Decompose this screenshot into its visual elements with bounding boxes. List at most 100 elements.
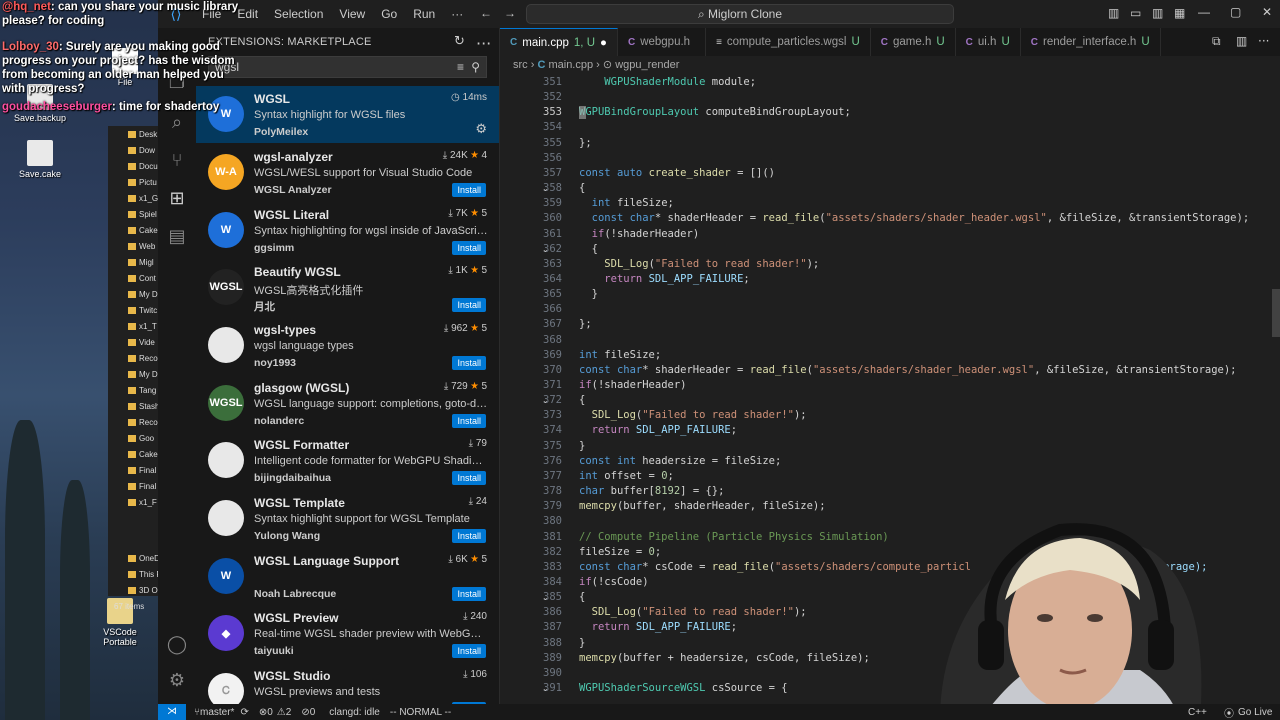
split-editor-icon[interactable]: ⧉	[1212, 34, 1221, 49]
install-button[interactable]: Install	[452, 241, 486, 255]
tab-render-interface-h[interactable]: Crender_interface.h U	[1021, 28, 1161, 56]
layout-icon[interactable]: ▦	[1174, 6, 1185, 20]
extension-item[interactable]: W WGSL Literal Syntax highlighting for w…	[196, 202, 499, 259]
filter-icon[interactable]: ⚲	[471, 57, 480, 77]
menu-view[interactable]: View	[331, 7, 373, 21]
install-button[interactable]: Install	[452, 298, 486, 312]
tab-ui-h[interactable]: Cui.h U	[956, 28, 1021, 56]
explorer-item[interactable]: Cake	[108, 222, 158, 238]
explorer-item[interactable]: Reco	[108, 350, 158, 366]
extension-search-input[interactable]: wgsl ≡ ⚲	[208, 56, 487, 78]
extension-publisher[interactable]: ggsimm	[254, 242, 294, 254]
menu-go[interactable]: Go	[373, 7, 405, 21]
extension-item[interactable]: WGSL Beautify WGSL WGSL高亮格式化插件 月北 ⤓ 1K ★…	[196, 259, 499, 316]
tab-webgpu-h[interactable]: Cwebgpu.h	[618, 28, 707, 56]
explorer-item[interactable]: OneDr	[108, 550, 158, 566]
more-actions-icon[interactable]: ···	[476, 34, 491, 53]
extension-publisher[interactable]: nolanderc	[254, 415, 304, 427]
extension-item[interactable]: WGSL Template Syntax highlight support f…	[196, 490, 499, 547]
explorer-item[interactable]: Stash	[108, 398, 158, 414]
account-icon[interactable]: ◯	[166, 634, 188, 656]
explorer-item[interactable]: Docu	[108, 158, 158, 174]
desktop-icon-save-cake[interactable]: Save.cake	[10, 140, 70, 179]
extension-publisher[interactable]: bijingdaibaihua	[254, 472, 331, 484]
install-button[interactable]: Install	[452, 356, 486, 370]
extension-item[interactable]: W-A wgsl-analyzer WGSL/WESL support for …	[196, 144, 499, 201]
fold-chevron-icon[interactable]: ⌄	[542, 396, 549, 405]
install-button[interactable]: Install	[452, 414, 486, 428]
explorer-item[interactable]: x1_T	[108, 318, 158, 334]
breadcrumb-file[interactable]: main.cpp	[548, 59, 593, 71]
explorer-item[interactable]: This P	[108, 566, 158, 582]
clear-filter-icon[interactable]: ≡	[457, 57, 464, 77]
explorer-item[interactable]: My D	[108, 366, 158, 382]
info-count[interactable]: 0	[310, 707, 316, 718]
explorer-item[interactable]: Desk	[108, 126, 158, 142]
source-control-icon[interactable]: ⑂	[166, 150, 188, 172]
extension-publisher[interactable]: Noah Labrecque	[254, 588, 336, 600]
extension-item[interactable]: W WGSL Language Support Noah Labrecque ⤓…	[196, 548, 499, 605]
gear-icon[interactable]: ⚙	[475, 122, 487, 137]
breadcrumb-src[interactable]: src	[513, 59, 528, 71]
warning-count[interactable]: 2	[286, 707, 292, 718]
explorer-item[interactable]: Final	[108, 462, 158, 478]
unsaved-dot-icon[interactable]: ●	[600, 37, 607, 49]
explorer-item[interactable]: Web	[108, 238, 158, 254]
breadcrumb-symbol[interactable]: wgpu_render	[615, 59, 679, 71]
install-button[interactable]: Install	[452, 183, 486, 197]
gear-icon[interactable]: ⚙	[166, 670, 188, 692]
explorer-item[interactable]: Goo	[108, 430, 158, 446]
explorer-item[interactable]: Final	[108, 478, 158, 494]
explorer-item[interactable]: My D	[108, 286, 158, 302]
menu-selection[interactable]: Selection	[266, 7, 331, 21]
fold-chevron-icon[interactable]: ⌄	[542, 684, 549, 693]
explorer-item[interactable]: Pictu	[108, 174, 158, 190]
remote-explorer-icon[interactable]: ▤	[166, 226, 188, 248]
explorer-item[interactable]: Cake	[108, 446, 158, 462]
explorer-item[interactable]: Migl	[108, 254, 158, 270]
toggle-sidebar-icon[interactable]: ▥	[1108, 6, 1119, 20]
explorer-item[interactable]: Vide	[108, 334, 158, 350]
explorer-item[interactable]: Reco	[108, 414, 158, 430]
extension-item[interactable]: WGSL glasgow (WGSL) WGSL language suppor…	[196, 375, 499, 432]
extension-publisher[interactable]: WGSL Analyzer	[254, 184, 332, 196]
extension-publisher[interactable]: taiyuuki	[254, 645, 294, 657]
menu-more[interactable]: ···	[443, 7, 471, 21]
explorer-item[interactable]: x1_F	[108, 494, 158, 510]
extension-publisher[interactable]: PolyMeilex	[254, 126, 308, 138]
explorer-item[interactable]: Tang	[108, 382, 158, 398]
tab-compute-particles-wgsl[interactable]: ≡ compute_particles.wgsl U	[706, 28, 871, 56]
explorer-item[interactable]: Dow	[108, 142, 158, 158]
explorer-item[interactable]: Twitc	[108, 302, 158, 318]
maximize-icon[interactable]: ▢	[1230, 5, 1241, 19]
clangd-status[interactable]: clangd: idle	[329, 707, 380, 718]
language-mode[interactable]: C++	[1188, 707, 1207, 718]
close-icon[interactable]: ✕	[1262, 5, 1272, 19]
refresh-icon[interactable]: ↻	[454, 34, 465, 49]
remote-indicator-icon[interactable]: ⋊	[158, 704, 186, 720]
sync-icon[interactable]: ⟳	[240, 707, 248, 718]
go-live-button[interactable]: Go Live	[1238, 707, 1272, 718]
forward-arrow-icon[interactable]: →	[504, 6, 516, 20]
minimize-icon[interactable]: —	[1198, 5, 1210, 19]
toggle-panel-icon[interactable]: ▭	[1130, 6, 1141, 20]
editor-scrollbar[interactable]	[1272, 289, 1280, 337]
install-button[interactable]: Install	[452, 644, 486, 658]
fold-chevron-icon[interactable]: ⌄	[542, 593, 549, 602]
toggle-secondary-icon[interactable]: ▥	[1152, 6, 1163, 20]
extension-item[interactable]: ◆ WGSL Preview Real-time WGSL shader pre…	[196, 605, 499, 662]
error-count[interactable]: 0	[267, 707, 273, 718]
explorer-item[interactable]: Cont	[108, 270, 158, 286]
install-button[interactable]: Install	[452, 471, 486, 485]
explorer-item[interactable]: 3D O	[108, 582, 158, 598]
extension-publisher[interactable]: noy1993	[254, 357, 296, 369]
fold-chevron-icon[interactable]: ⌄	[542, 184, 549, 193]
install-button[interactable]: Install	[452, 529, 486, 543]
layout-icon[interactable]: ▥	[1236, 34, 1247, 48]
install-button[interactable]: Install	[452, 587, 486, 601]
extension-item[interactable]: wgsl-types wgsl language types noy1993 ⤓…	[196, 317, 499, 374]
menu-run[interactable]: Run	[405, 7, 443, 21]
more-actions-icon[interactable]: ···	[1258, 34, 1269, 48]
command-center[interactable]: ⌕ Miglorn Clone	[526, 4, 954, 24]
explorer-item[interactable]: x1_G	[108, 190, 158, 206]
